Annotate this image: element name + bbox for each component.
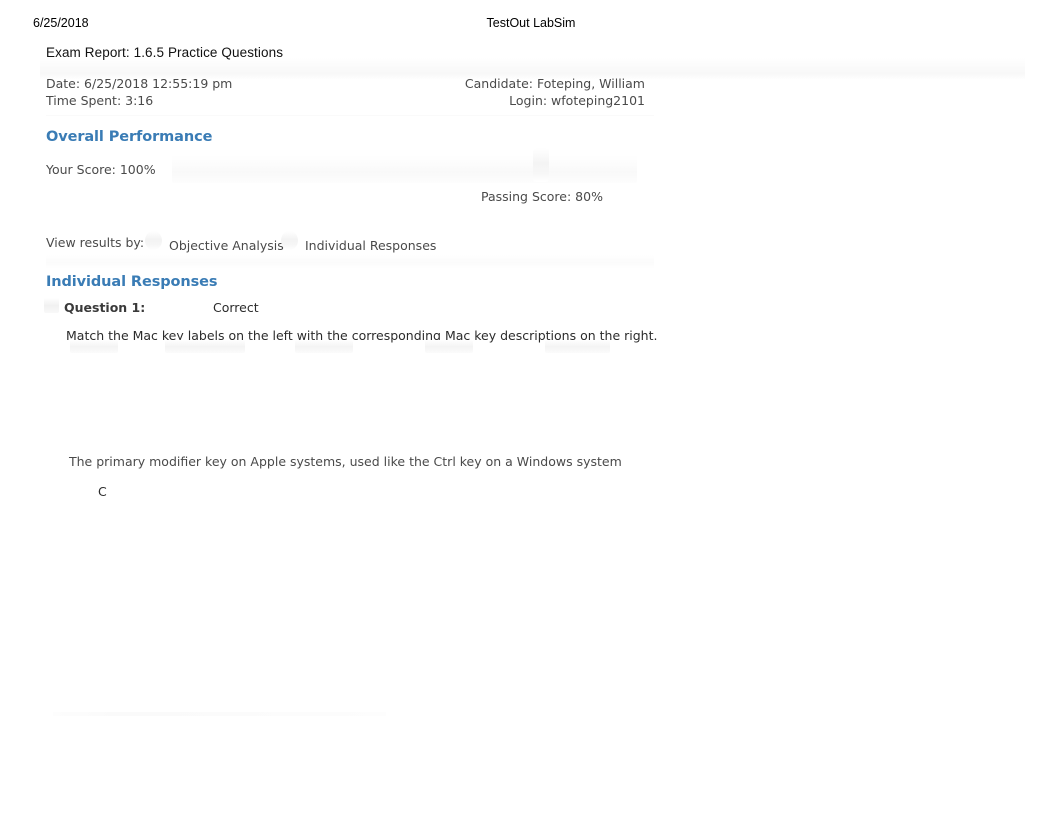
view-option-individual-responses[interactable]: Individual Responses: [305, 238, 436, 253]
view-results-label: View results by:: [46, 235, 145, 250]
score-progress-bar: [172, 155, 637, 183]
exam-date: Date: 6/25/2018 12:55:19 pm: [46, 76, 233, 91]
answer-description: The primary modifier key on Apple system…: [69, 454, 622, 469]
question-status-icon: [44, 298, 59, 313]
passing-score: Passing Score: 80%: [481, 189, 603, 204]
view-option-objective-analysis[interactable]: Objective Analysis: [169, 238, 284, 253]
app-title: TestOut LabSim: [486, 16, 576, 30]
candidate-name: Candidate: Foteping, William: [464, 76, 645, 91]
question-status-text: Correct: [213, 300, 259, 315]
time-spent: Time Spent: 3:16: [46, 92, 154, 108]
radio-selected-icon[interactable]: [281, 231, 298, 250]
meta-row-time: Time Spent: 3:16 Login: wfoteping2101: [46, 93, 645, 110]
exam-report-page: { "print_header": { "date": "6/25/2018",…: [0, 0, 1062, 822]
report-meta: Date: 6/25/2018 12:55:19 pm Candidate: F…: [46, 76, 645, 109]
individual-responses-heading: Individual Responses: [46, 274, 218, 290]
section-divider-band: [46, 255, 654, 269]
score-marker-icon: [533, 148, 549, 182]
print-header: 6/25/2018 TestOut LabSim: [0, 16, 1062, 34]
answer-value: C: [98, 484, 107, 499]
meta-row-date: Date: 6/25/2018 12:55:19 pm Candidate: F…: [46, 76, 645, 93]
your-score: Your Score: 100%: [46, 162, 156, 177]
meta-divider: [46, 115, 654, 116]
question-number-label: Question 1:: [64, 300, 146, 315]
overall-performance-heading: Overall Performance: [46, 129, 213, 145]
match-table-ghost: [70, 340, 610, 356]
page-title: Exam Report: 1.6.5 Practice Questions: [46, 45, 284, 60]
footer-ghost-rule: [53, 712, 386, 716]
login-name: Login: wfoteping2101: [509, 92, 645, 108]
radio-unselected-icon[interactable]: [145, 231, 162, 250]
